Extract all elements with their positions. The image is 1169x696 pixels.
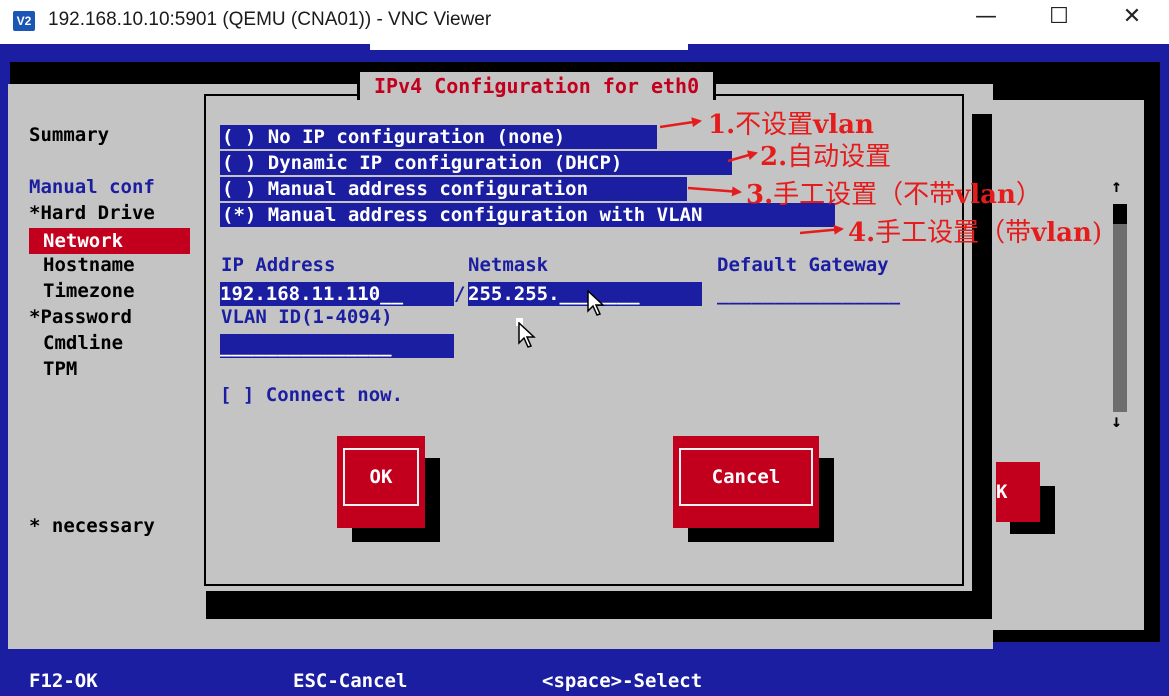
menu-item-hostname[interactable]: Hostname xyxy=(43,254,135,276)
ip-address-label: IP Address xyxy=(221,254,336,276)
annotation-2: 2.自动设置 xyxy=(760,136,891,173)
menu-summary[interactable]: Summary xyxy=(29,124,109,146)
necessary-note: * necessary xyxy=(29,515,155,537)
option-manual[interactable]: ( ) Manual address configuration xyxy=(220,177,687,201)
default-gateway-input[interactable]: ________________ xyxy=(717,282,951,306)
footer-space-select: <space>-Select xyxy=(542,670,703,692)
menu-item-network[interactable]: Network xyxy=(29,228,190,254)
menu-item-hard-drive[interactable]: *Hard Drive xyxy=(29,202,155,224)
menu-manual-conf[interactable]: Manual conf xyxy=(29,176,155,198)
option-no-ip[interactable]: ( ) No IP configuration (none) xyxy=(220,125,657,149)
vnc-viewer-app-icon: V2 xyxy=(13,11,35,31)
annotation-4-tail: ) xyxy=(1091,218,1103,248)
annotation-4-number: 4. xyxy=(848,218,876,248)
footer-esc-cancel: ESC-Cancel xyxy=(293,670,408,692)
annotation-3-text: 手工设置（不带 xyxy=(773,180,956,210)
vlan-id-label: VLAN ID(1-4094) xyxy=(221,306,393,328)
annotation-4-text: 手工设置（带 xyxy=(875,218,1032,248)
netmask-label: Netmask xyxy=(468,254,549,276)
ok-button[interactable]: OK xyxy=(337,436,425,528)
netmask-input[interactable]: 255.255._______ xyxy=(468,282,702,306)
dialog-title: IPv4 Configuration for eth0 xyxy=(357,72,717,100)
default-gateway-label: Default Gateway xyxy=(717,254,889,276)
option-dhcp[interactable]: ( ) Dynamic IP configuration (DHCP) xyxy=(220,151,732,175)
annotation-3-tail: ） xyxy=(1015,180,1042,210)
window-title: 192.168.10.10:5901 (QEMU (CNA01)) - VNC … xyxy=(48,9,492,30)
cancel-button[interactable]: Cancel xyxy=(673,436,819,528)
mouse-pointer-icon xyxy=(587,290,605,316)
connect-now-checkbox[interactable]: [ ] Connect now. xyxy=(220,384,403,406)
annotation-4-bold: vlan xyxy=(1031,218,1092,248)
scroll-down-arrow-icon[interactable]: ↓ xyxy=(1111,411,1122,432)
maximize-button[interactable]: ☐ xyxy=(1029,4,1089,38)
footer-f12-ok: F12-OK xyxy=(29,670,98,692)
annotation-2-number: 2. xyxy=(760,142,788,172)
annotation-2-text: 自动设置 xyxy=(787,142,892,172)
annotation-1-number: 1. xyxy=(708,110,736,140)
annotation-3-number: 3. xyxy=(746,180,774,210)
dialog-shadow-bottom xyxy=(206,591,990,619)
menu-item-password[interactable]: *Password xyxy=(29,306,132,328)
vlan-id-input[interactable]: _______________ xyxy=(220,334,454,358)
vnc-remote-screen[interactable]: ↑ ↓ K Summary Manual conf *Hard Drive Ne… xyxy=(0,44,1169,696)
window-title-bar: V2 192.168.10.10:5901 (QEMU (CNA01)) - V… xyxy=(0,0,1169,44)
menu-item-timezone[interactable]: Timezone xyxy=(43,280,135,302)
option-manual-vlan[interactable]: (*) Manual address configuration with VL… xyxy=(220,203,835,227)
ip-address-input[interactable]: 192.168.11.110__ xyxy=(220,282,454,306)
cancel-button-label: Cancel xyxy=(679,448,813,506)
scrollbar-thumb[interactable] xyxy=(1113,204,1127,224)
menu-item-cmdline[interactable]: Cmdline xyxy=(43,332,123,354)
minimize-button[interactable]: — xyxy=(956,4,1016,38)
background-ok-button[interactable]: K xyxy=(996,462,1040,522)
close-button[interactable]: ✕ xyxy=(1102,4,1162,38)
scrollbar-track[interactable] xyxy=(1113,204,1127,412)
annotation-4: 4.手工设置（带vlan) xyxy=(848,212,1102,249)
annotation-3: 3.手工设置（不带vlan） xyxy=(746,174,1042,211)
menu-item-tpm[interactable]: TPM xyxy=(43,358,77,380)
ip-netmask-separator: / xyxy=(454,283,466,305)
viewer-toolbar-notch[interactable] xyxy=(370,44,688,50)
annotation-3-bold: vlan xyxy=(955,180,1016,210)
scroll-up-arrow-icon[interactable]: ↑ xyxy=(1111,176,1122,197)
secondary-mouse-pointer-icon xyxy=(518,322,536,348)
ok-button-label: OK xyxy=(343,448,419,506)
